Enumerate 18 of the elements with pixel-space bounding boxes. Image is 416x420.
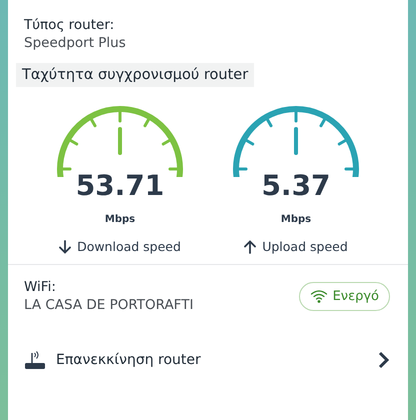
up-arrow-icon <box>244 240 256 254</box>
speed-label: Upload speed <box>262 239 348 254</box>
speed-unit: Mbps <box>280 214 312 225</box>
wifi-network-name: LA CASA DE PORTORAFTI <box>24 297 194 313</box>
restart-router-item[interactable]: Επανεκκίνηση router <box>8 343 408 377</box>
speed-value: 5.37 <box>261 169 331 202</box>
router-type-value: Speedport Plus <box>24 35 127 51</box>
speed-unit: Mbps <box>104 214 136 225</box>
chevron-right-icon <box>378 351 390 369</box>
wifi-status-badge: Ενεργό <box>298 282 390 310</box>
down-arrow-icon <box>59 240 72 254</box>
wifi-label: WiFi: <box>24 279 57 295</box>
speed-label: Download speed <box>77 239 181 254</box>
router-icon <box>24 349 46 371</box>
wifi-icon <box>310 289 328 303</box>
section-title: Ταχύτητα συγχρονισμού router <box>16 63 254 87</box>
speed-value: 53.71 <box>76 169 164 202</box>
router-type-label: Τύπος router: <box>24 17 116 33</box>
